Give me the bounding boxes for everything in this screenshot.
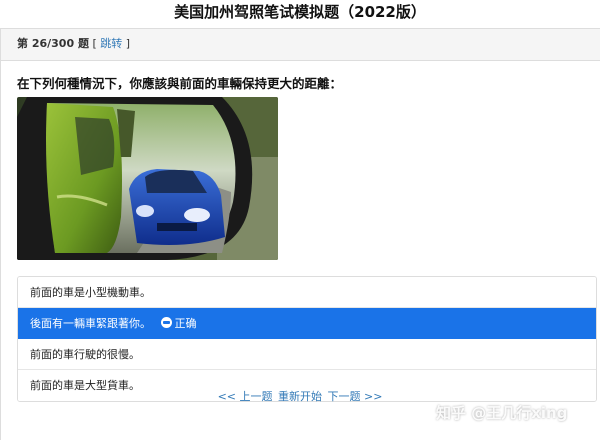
correct-mark: 正确: [160, 317, 197, 330]
question-text: 在下列何種情況下，你應該與前面的車輛保持更大的距離：: [17, 76, 343, 91]
question-card: 第 26/300 题 [ 跳转 ] 在下列何種情況下，你應該與前面的車輛保持更大…: [0, 28, 600, 440]
watermark: 知乎 @王几行xing: [436, 404, 568, 422]
correct-label: 正确: [174, 317, 197, 330]
prev-question-link[interactable]: << 上一题: [218, 390, 273, 403]
bracket-open: [: [92, 37, 97, 50]
page-title: 美国加州驾照笔试模拟题（2022版）: [174, 3, 426, 21]
question-number: 第 26/300 题: [17, 37, 89, 50]
option-text: 前面的車是小型機動車。: [30, 286, 151, 299]
restart-link[interactable]: 重新开始: [278, 390, 322, 403]
question-header: 第 26/300 题 [ 跳转 ]: [1, 29, 600, 61]
jump-link[interactable]: 跳转: [100, 37, 122, 50]
next-question-link[interactable]: 下一题 >>: [328, 390, 383, 403]
option-3[interactable]: 前面的車行駛的很慢。: [18, 339, 596, 370]
option-2[interactable]: 後面有一輛車緊跟著你。 正确: [18, 308, 596, 339]
option-1[interactable]: 前面的車是小型機動車。: [18, 277, 596, 308]
option-text: 前面的車行駛的很慢。: [30, 348, 140, 361]
question-image: [17, 97, 278, 260]
bracket-close: ]: [125, 37, 131, 50]
option-text: 後面有一輛車緊跟著你。: [30, 317, 151, 330]
correct-icon: [160, 317, 172, 328]
answer-options: 前面的車是小型機動車。 後面有一輛車緊跟著你。 正确 前面的車行駛的很慢。 前面…: [17, 276, 597, 402]
